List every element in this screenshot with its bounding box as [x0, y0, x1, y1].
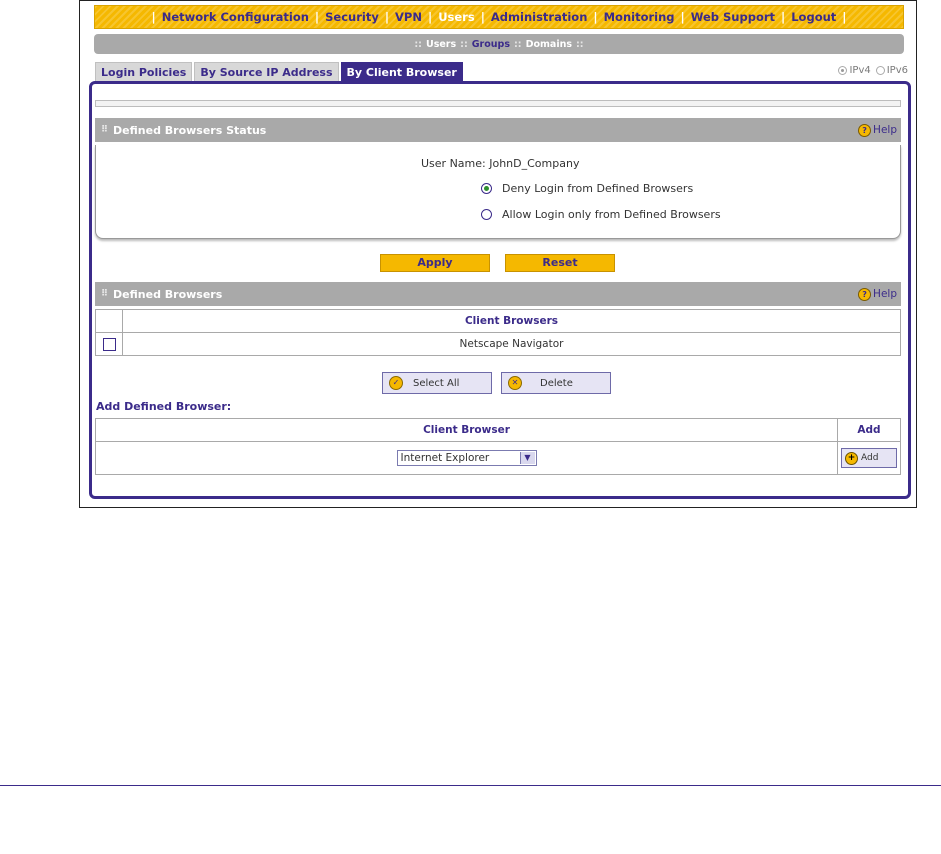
deny-radio[interactable] — [481, 183, 492, 194]
section-title: Defined Browsers — [113, 287, 223, 301]
chevron-down-icon: ▼ — [519, 452, 535, 464]
help-link[interactable]: ? Help — [858, 287, 897, 301]
ip-version-selector: IPv4 IPv6 — [838, 65, 908, 76]
defined-browsers-status-header: ⠿ Defined Browsers Status ? Help — [95, 118, 901, 142]
ipv4-radio[interactable] — [838, 66, 848, 75]
subnav-users[interactable]: Users — [426, 39, 456, 50]
app-frame: | Network Configuration | Security | VPN… — [79, 0, 917, 508]
grip-icon: ⠿ — [101, 125, 108, 135]
tab-by-client-browser[interactable]: By Client Browser — [340, 62, 463, 82]
ipv4-label: IPv4 — [849, 65, 871, 76]
user-name-row: User Name: JohnD_Company — [421, 157, 579, 170]
section-title: Defined Browsers Status — [113, 123, 267, 137]
client-browser-column-header: Client Browser — [95, 418, 838, 442]
allow-label: Allow Login only from Defined Browsers — [502, 208, 721, 221]
policy-tabs: Login Policies By Source IP Address By C… — [95, 62, 465, 82]
delete-x-icon: ✕ — [508, 376, 522, 390]
row-checkbox[interactable] — [102, 337, 116, 351]
deny-option[interactable]: Deny Login from Defined Browsers — [481, 182, 693, 195]
reset-button[interactable]: Reset — [505, 254, 615, 272]
user-name-value: JohnD_Company — [489, 157, 580, 170]
nav-security[interactable]: Security — [325, 10, 379, 24]
grip-icon: ⠿ — [101, 289, 108, 299]
add-browser-button[interactable]: + Add — [841, 448, 897, 468]
table-row: Internet Explorer ▼ + Add — [95, 441, 901, 475]
tab-by-source-ip[interactable]: By Source IP Address — [194, 62, 339, 82]
defined-browsers-table: Client Browsers Netscape Navigator — [95, 309, 901, 356]
deny-label: Deny Login from Defined Browsers — [502, 182, 694, 195]
subnav-groups[interactable]: Groups — [472, 39, 510, 50]
add-defined-browser-label: Add Defined Browser: — [96, 400, 232, 413]
status-box: User Name: JohnD_Company Deny Login from… — [95, 145, 901, 239]
defined-browsers-header: ⠿ Defined Browsers ? Help — [95, 282, 901, 306]
allow-option[interactable]: Allow Login only from Defined Browsers — [481, 208, 721, 221]
nav-web-support[interactable]: Web Support — [691, 10, 775, 24]
nav-vpn[interactable]: VPN — [395, 10, 422, 24]
table-row: Netscape Navigator — [95, 332, 901, 356]
page-divider — [0, 785, 941, 786]
checkmark-icon: ✓ — [389, 376, 403, 390]
main-nav: | Network Configuration | Security | VPN… — [94, 5, 904, 29]
delete-button[interactable]: ✕ Delete — [501, 372, 611, 394]
nav-users[interactable]: Users — [438, 10, 475, 24]
content-panel: ⠿ Defined Browsers Status ? Help User Na… — [89, 81, 911, 499]
select-all-button[interactable]: ✓ Select All — [382, 372, 492, 394]
nav-logout[interactable]: Logout — [791, 10, 836, 24]
apply-button[interactable]: Apply — [380, 254, 490, 272]
add-browser-table: Client Browser Add Internet Explorer ▼ +… — [95, 418, 901, 475]
message-bar — [95, 100, 901, 107]
client-browser-select[interactable]: Internet Explorer ▼ — [396, 450, 537, 466]
add-column-header: Add — [837, 418, 901, 442]
nav-administration[interactable]: Administration — [491, 10, 588, 24]
tab-login-policies[interactable]: Login Policies — [95, 62, 193, 82]
help-icon: ? — [858, 287, 872, 301]
ipv6-label: IPv6 — [886, 65, 908, 76]
allow-radio[interactable] — [481, 209, 492, 220]
nav-monitoring[interactable]: Monitoring — [604, 10, 675, 24]
help-icon: ? — [858, 123, 872, 137]
user-name-label: User Name: — [421, 157, 486, 170]
sub-nav: :: Users :: Groups :: Domains :: — [94, 34, 904, 54]
ipv6-radio[interactable] — [875, 66, 885, 75]
browser-name-cell: Netscape Navigator — [122, 332, 901, 356]
help-link[interactable]: ? Help — [858, 123, 897, 137]
nav-network-configuration[interactable]: Network Configuration — [162, 10, 309, 24]
checkbox-column-header — [95, 309, 123, 333]
client-browsers-column-header: Client Browsers — [122, 309, 901, 333]
plus-icon: + — [845, 451, 858, 465]
subnav-domains[interactable]: Domains — [526, 39, 572, 50]
